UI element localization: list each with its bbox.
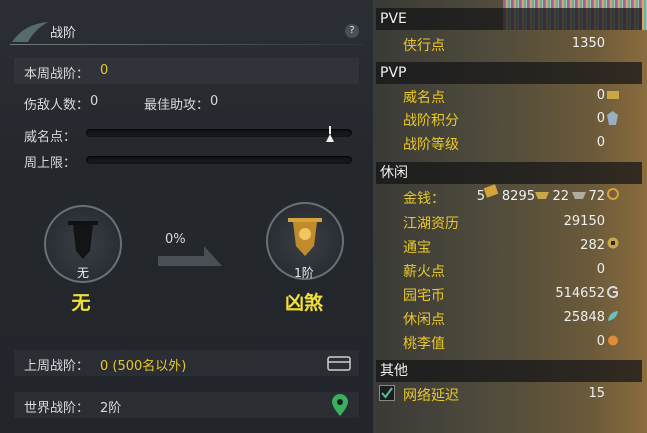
kills-value: 0 (90, 94, 99, 109)
peach-icon (608, 335, 618, 346)
prestige-cap-marker (326, 134, 334, 142)
money-label: 金钱： (403, 191, 445, 207)
arrow-right-icon (158, 246, 222, 266)
leisure-item-value: 0 (596, 262, 605, 277)
pvp-item-label: 战阶等级 (403, 137, 459, 153)
estate-coin-icon (607, 286, 618, 298)
pvp-item-value: 0 (596, 88, 605, 103)
copper-ingot-icon (572, 192, 586, 199)
prestige-bar (86, 129, 352, 137)
chest-icon[interactable] (327, 354, 351, 372)
prestige-label: 威名点： (24, 130, 77, 145)
latency-value: 15 (588, 386, 605, 401)
leisure-item-label: 休闲点 (403, 312, 445, 328)
kills-label: 伤敌人数： (24, 98, 90, 113)
current-rank-level: 无 (76, 266, 89, 280)
leaf-decoration-icon (12, 22, 48, 42)
world-rank-value: 2阶 (100, 401, 122, 416)
weekly-rank-label: 本周战阶： (24, 67, 90, 82)
weekly-rank-row: 本周战阶： 0 (14, 58, 359, 84)
pvp-item-label: 战阶积分 (403, 113, 459, 129)
panel-header: 战阶 (0, 14, 373, 46)
leisure-item-value: 0 (596, 334, 605, 349)
leisure-item-value: 29150 (563, 214, 605, 229)
silver-ingot-icon (535, 192, 549, 199)
cap-bar (86, 156, 352, 164)
coin-icon (607, 188, 619, 200)
currency-panel: PVE 侠行点 1350 PVP 威名点 0 战阶积分 0 战阶等级 0 休闲 … (373, 0, 647, 433)
pvp-item-value: 0 (596, 135, 605, 150)
assist-value: 0 (210, 94, 219, 109)
panel-title: 战阶 (50, 26, 77, 41)
leisure-item-value: 282 (580, 238, 605, 253)
prestige-icon (607, 91, 619, 99)
banner-icon (68, 221, 98, 259)
weekly-rank-value: 0 (100, 63, 109, 78)
next-rank-name: 凶煞 (284, 292, 323, 314)
leisure-item-label: 通宝 (403, 240, 431, 256)
prestige-cap-marker-line (329, 126, 331, 134)
help-icon[interactable]: ? (345, 24, 359, 38)
battle-rank-panel: 战阶 ? 本周战阶： 0 伤敌人数： 0 最佳助攻： 0 威名点： 周上限： 无… (0, 0, 373, 433)
assist-label: 最佳助攻： (144, 98, 210, 113)
tongbao-coin-icon (607, 237, 619, 249)
leaf-icon (608, 311, 618, 321)
last-week-rank-row: 上周战阶： 0 (500名以外) (14, 350, 359, 376)
other-section-header: 其他 (376, 360, 642, 382)
location-pin-icon[interactable] (332, 394, 348, 416)
pve-section-header: PVE (376, 8, 642, 30)
leisure-item-value: 25848 (563, 310, 605, 325)
leisure-item-value: 514652 (555, 286, 605, 301)
leisure-item-label: 薪火点 (403, 264, 445, 280)
pvp-item-value: 0 (596, 111, 605, 126)
header-divider (10, 44, 365, 45)
last-week-value: 0 (500名以外) (100, 359, 187, 374)
leisure-item-label: 江湖资历 (403, 216, 459, 232)
leisure-item-label: 园宅币 (403, 288, 445, 304)
latency-label: 网络延迟 (403, 388, 459, 404)
current-rank-name: 无 (71, 292, 91, 314)
cap-label: 周上限： (24, 156, 77, 171)
next-rank-level: 1阶 (294, 266, 314, 280)
last-week-label: 上周战阶： (24, 359, 90, 374)
rank-points-icon (607, 111, 618, 125)
money-copper-value: 22 (552, 189, 569, 204)
world-rank-row: 世界战阶： 2阶 (14, 392, 359, 418)
pve-item-value: 1350 (571, 36, 605, 51)
leisure-item-label: 桃李值 (403, 336, 445, 352)
money-silver-value: 8295 (501, 189, 535, 204)
golden-banner-icon (288, 218, 322, 256)
pve-item-label: 侠行点 (403, 38, 445, 54)
world-rank-label: 世界战阶： (24, 401, 90, 416)
latency-checkbox[interactable] (379, 385, 395, 401)
leisure-section-header: 休闲 (376, 162, 642, 184)
pvp-section-header: PVP (376, 62, 642, 84)
money-other-value: 72 (588, 189, 605, 204)
pvp-item-label: 威名点 (403, 90, 445, 106)
